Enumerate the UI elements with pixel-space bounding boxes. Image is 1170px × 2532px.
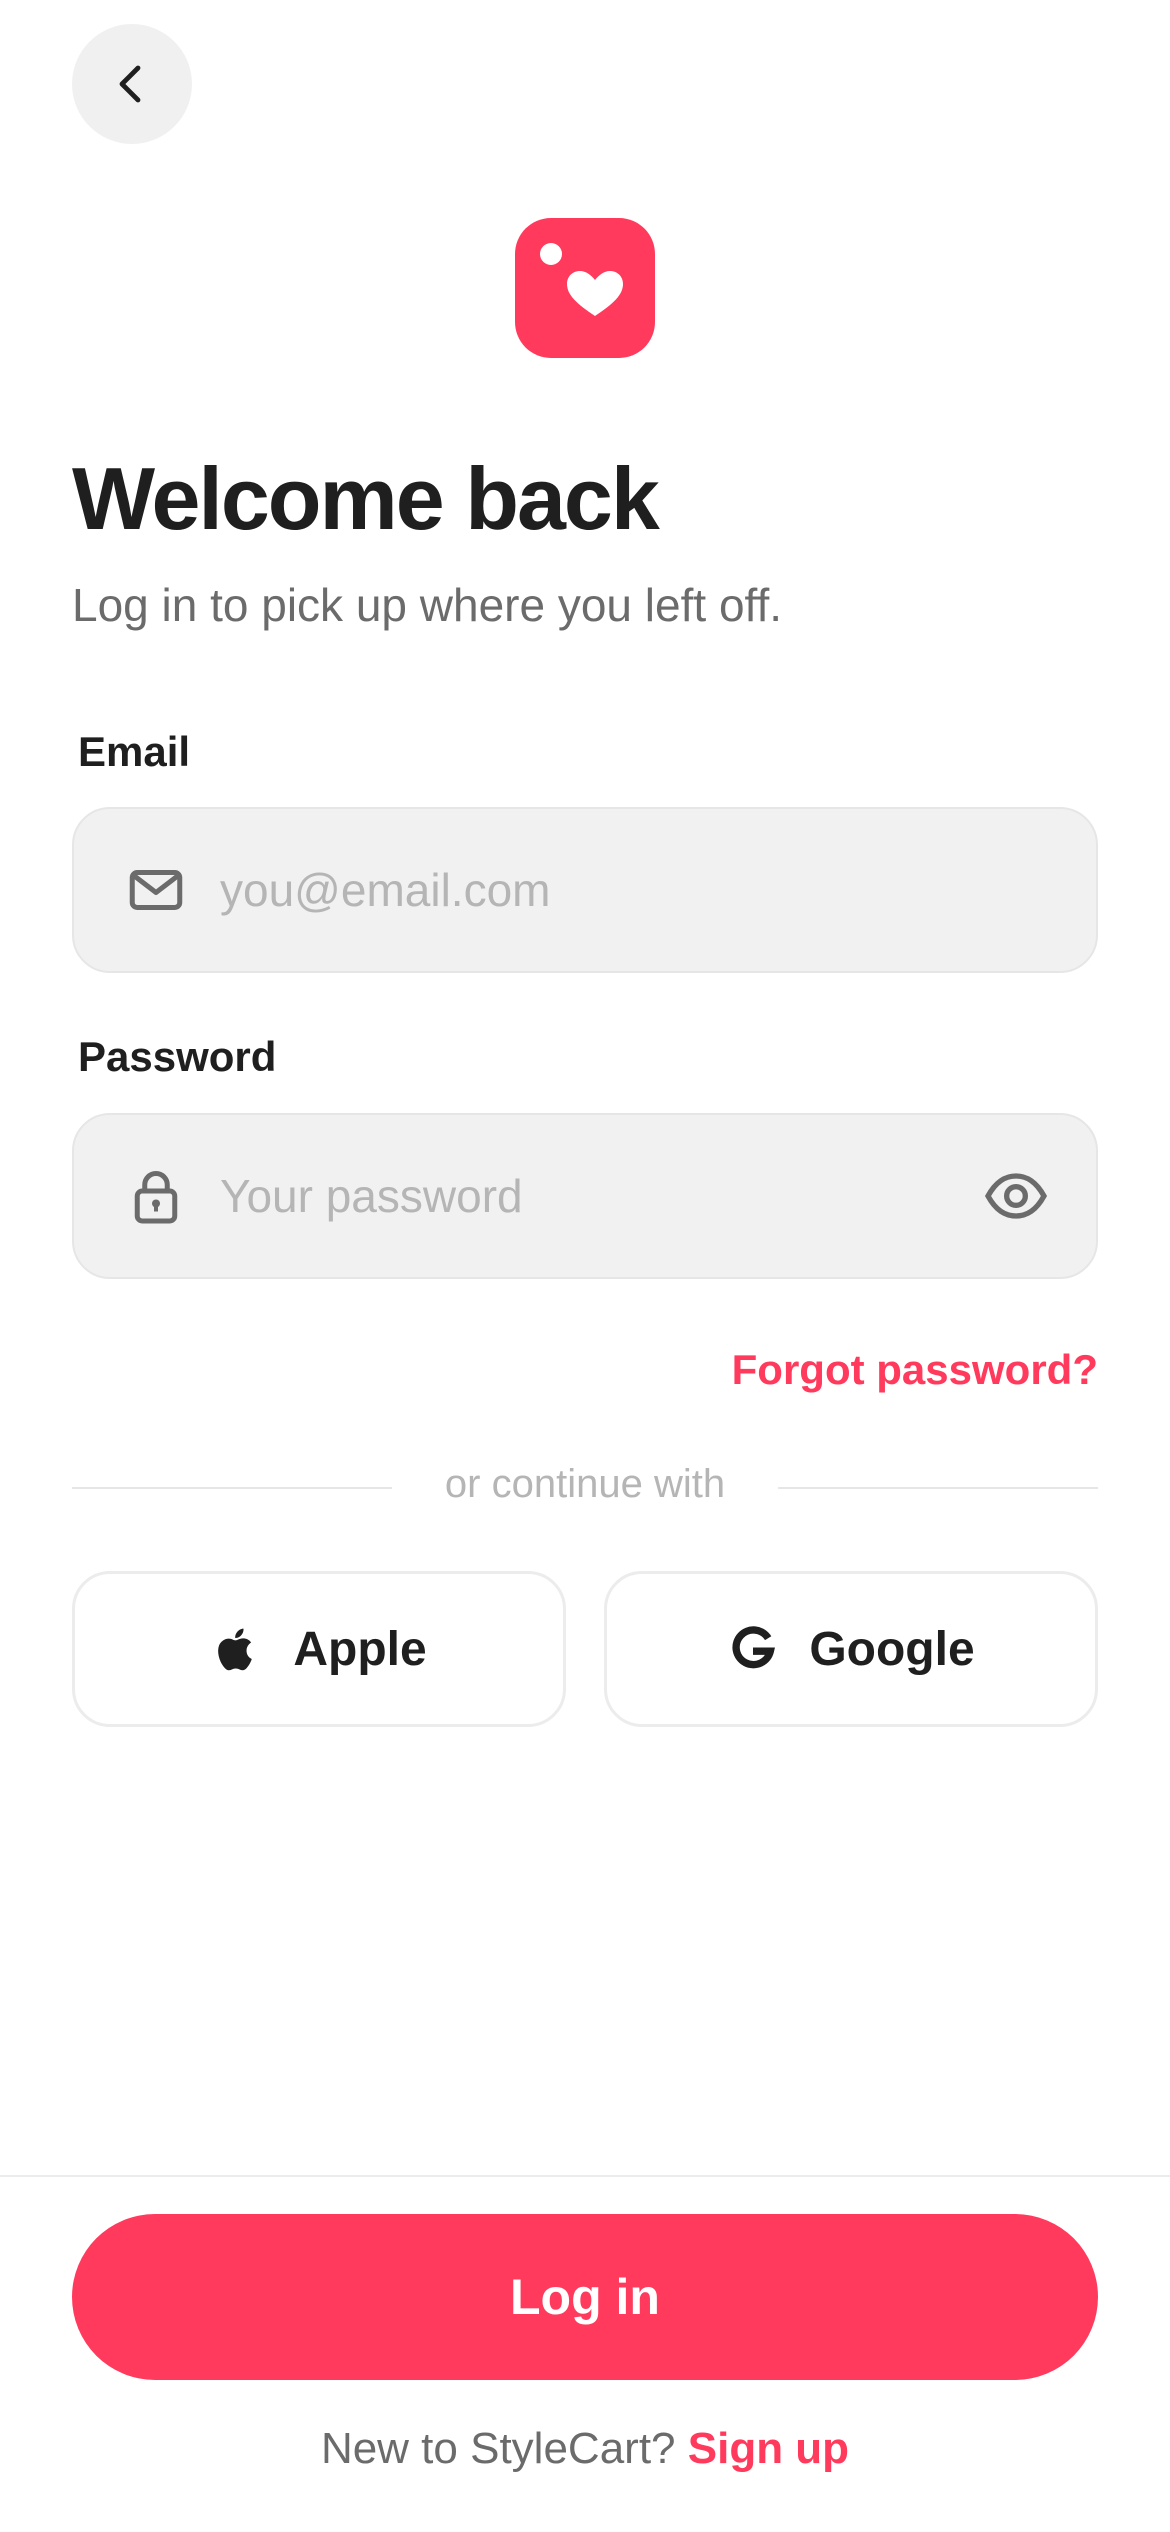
page-subtitle: Log in to pick up where you left off. bbox=[72, 579, 783, 631]
login-button[interactable]: Log in bbox=[72, 2214, 1098, 2380]
email-label: Email bbox=[78, 728, 191, 775]
divider-line-right bbox=[778, 1487, 1098, 1489]
divider-text: or continue with bbox=[444, 1462, 726, 1506]
divider-line-left bbox=[72, 1487, 392, 1489]
back-button[interactable] bbox=[72, 24, 192, 144]
forgot-password-link[interactable]: Forgot password? bbox=[732, 1346, 1098, 1394]
password-input[interactable] bbox=[220, 1115, 1020, 1277]
apple-icon bbox=[218, 1628, 253, 1671]
lock-icon bbox=[134, 1171, 178, 1224]
email-field-container bbox=[72, 807, 1098, 973]
password-label: Password bbox=[78, 1033, 277, 1080]
eye-icon[interactable] bbox=[984, 1164, 1048, 1228]
chevron-left-icon bbox=[119, 65, 141, 103]
password-field-container bbox=[72, 1113, 1098, 1279]
footer-divider bbox=[0, 2175, 1170, 2177]
google-icon bbox=[732, 1626, 776, 1669]
signup-link[interactable]: Sign up bbox=[688, 2424, 849, 2473]
apple-button-label: Apple bbox=[293, 1622, 427, 1676]
google-button-label: Google bbox=[809, 1622, 975, 1676]
app-logo bbox=[515, 218, 655, 358]
email-input[interactable] bbox=[220, 809, 1020, 971]
login-screen: Welcome back Log in to pick up where you… bbox=[0, 0, 1170, 2532]
apple-login-button[interactable]: Apple bbox=[72, 1571, 566, 1727]
signup-prompt: New to StyleCart? bbox=[320, 2424, 676, 2473]
mail-icon bbox=[129, 870, 183, 910]
page-title: Welcome back bbox=[72, 449, 660, 548]
signup-row: New to StyleCart? Sign up bbox=[0, 2424, 1170, 2474]
login-button-label: Log in bbox=[510, 2269, 660, 2325]
heart-bag-icon bbox=[540, 243, 623, 316]
google-login-button[interactable]: Google bbox=[604, 1571, 1098, 1727]
